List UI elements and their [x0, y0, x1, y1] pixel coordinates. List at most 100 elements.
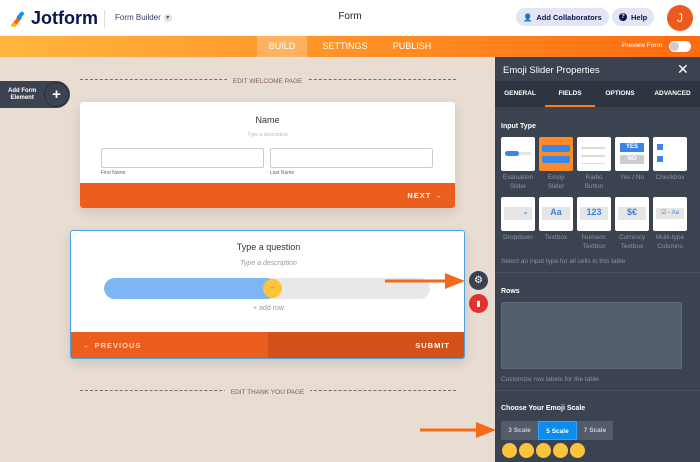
tile-label-line: Radio [585, 174, 603, 181]
yes-no-tile[interactable]: YES NO [615, 137, 649, 171]
avatar[interactable]: J [667, 5, 693, 31]
arrow-left-icon: ← [83, 341, 92, 350]
last-name-input[interactable] [270, 148, 433, 168]
rows-hint: Customize row labels for the table [501, 376, 599, 383]
previous-button[interactable]: ← PREVIOUS [71, 332, 268, 358]
tile-label-line: Currency [618, 234, 646, 241]
first-name-input[interactable] [101, 148, 264, 168]
welcome-description: Type a description [247, 132, 288, 138]
add-element-label-2: Element [10, 95, 34, 101]
previous-label: PREVIOUS [94, 341, 142, 350]
welcome-label-wrap: EDIT WELCOME PAGE [0, 75, 535, 86]
close-icon[interactable]: ✕ [677, 61, 689, 78]
tile-label-line: Emoji [547, 174, 565, 181]
annotation-arrow-2 [420, 422, 496, 438]
tile-label-line: Columns [657, 243, 683, 250]
slider-fill [104, 278, 277, 299]
add-form-element-button[interactable]: Add Form Element + [0, 81, 70, 108]
add-row-link[interactable]: + add row [71, 305, 464, 313]
scale-5-button[interactable]: 5 Scale [538, 421, 577, 440]
love-emoji-icon [570, 443, 585, 458]
next-label: NEXT [407, 191, 432, 200]
chevron-down-icon: ▾ [163, 13, 172, 22]
numeric-textbox-tile[interactable]: 123 [577, 197, 611, 231]
rows-label: Rows [501, 288, 520, 295]
annotation-arrow [385, 273, 465, 289]
panel-title: Emoji Slider Properties [503, 65, 600, 76]
no-text: NO [620, 155, 644, 164]
emoji-slider-tile[interactable] [539, 137, 573, 171]
preview-form-label: Preview Form [622, 42, 663, 49]
user-icon: 👤 [523, 12, 533, 22]
help-button[interactable]: ? Help [612, 8, 655, 26]
add-collaborators-label: Add Collaborators [536, 12, 602, 22]
tile-label-line: Multi-type [655, 234, 685, 241]
welcome-card[interactable]: Name Type a description First Name Last … [80, 102, 455, 208]
tired-emoji-icon [502, 443, 517, 458]
tab-advanced[interactable]: ADVANCED [645, 81, 700, 107]
form-builder-label: Form Builder [115, 13, 161, 22]
cur-text: $€ [618, 207, 646, 220]
scale-3-button[interactable]: 3 Scale [501, 421, 538, 440]
top-header: Jotform Form Builder ▾ Form 👤 Add Collabor… [0, 0, 700, 36]
currency-textbox-tile[interactable]: $€ [615, 197, 649, 231]
sad-emoji-icon [519, 443, 534, 458]
plus-icon: + [44, 82, 69, 107]
neutral-emoji-slider-handle[interactable]: – [263, 279, 282, 298]
tile-label-line: Numeric [581, 234, 607, 241]
tile-label-line: Textbox [620, 243, 644, 250]
aa-text: Aa [542, 207, 570, 220]
evaluation-slider-label: Evaluation Slider [498, 173, 538, 191]
welcome-title: Name [255, 115, 280, 125]
gear-icon[interactable]: ⚙ [469, 271, 488, 290]
form-builder-menu[interactable]: Form Builder ▾ [115, 13, 172, 22]
tab-general[interactable]: GENERAL [495, 81, 545, 107]
tab-build[interactable]: BUILD [257, 36, 307, 57]
welcome-footer: NEXT → [80, 183, 455, 208]
dropdown-tile[interactable]: ⌄ [501, 197, 535, 231]
input-type-hint: Select an input type for all cells in th… [501, 258, 626, 265]
tile-label-line: Button [584, 183, 604, 190]
jotform-logo[interactable]: Jotform [10, 8, 98, 29]
edit-thank-you-page-link[interactable]: EDIT THANK YOU PAGE [224, 389, 311, 396]
textbox-tile[interactable]: Aa [539, 197, 573, 231]
brand-name: Jotform [31, 8, 98, 28]
evaluation-slider-tile[interactable] [501, 137, 535, 171]
radio-button-label: Radio Button [574, 173, 614, 191]
tile-label-line: Evaluation [502, 174, 534, 181]
trash-icon[interactable]: ▮ [469, 294, 488, 313]
multi-type-columns-label: Multi-type Columns [650, 233, 690, 251]
properties-panel: Emoji Slider Properties ✕ GENERAL FIELDS… [495, 57, 700, 462]
scale-7-button[interactable]: 7 Scale [577, 421, 613, 440]
rows-textarea[interactable] [501, 302, 682, 369]
checkbox-label: Checkbox [650, 173, 690, 182]
happy-emoji-icon [553, 443, 568, 458]
tab-publish[interactable]: PUBLISH [382, 36, 442, 57]
tile-label-line: Slider [509, 183, 527, 190]
input-type-label: Input Type [501, 123, 536, 130]
tab-settings[interactable]: SETTINGS [310, 36, 380, 57]
tile-label-line: Textbox [582, 243, 606, 250]
checkbox-tile[interactable] [653, 137, 687, 171]
neutral-emoji-icon [536, 443, 551, 458]
tab-options[interactable]: OPTIONS [595, 81, 645, 107]
next-button[interactable]: NEXT → [407, 191, 443, 200]
preview-form-toggle[interactable] [669, 41, 691, 52]
edit-welcome-page-link[interactable]: EDIT WELCOME PAGE [226, 78, 309, 85]
tile-label-line: Yes / No [619, 174, 645, 181]
tab-fields[interactable]: FIELDS [545, 81, 595, 107]
last-name-label: Last Name [270, 170, 295, 176]
question-card[interactable]: Type a question Type a description – + a… [70, 230, 465, 359]
arrow-right-icon: → [434, 191, 443, 200]
radio-button-tile[interactable] [577, 137, 611, 171]
add-element-label: Add Form [8, 88, 37, 94]
multi-type-columns-tile[interactable]: ☑ ◦ Aa [653, 197, 687, 231]
thankyou-label-wrap: EDIT THANK YOU PAGE [0, 386, 535, 397]
add-collaborators-button[interactable]: 👤 Add Collaborators [516, 8, 609, 26]
divider [495, 272, 700, 273]
submit-button[interactable]: SUBMIT [268, 332, 464, 358]
yes-no-label: Yes / No [612, 173, 652, 182]
numeric-textbox-label: Numeric Textbox [574, 233, 614, 251]
currency-textbox-label: Currency Textbox [612, 233, 652, 251]
divider [495, 390, 700, 391]
